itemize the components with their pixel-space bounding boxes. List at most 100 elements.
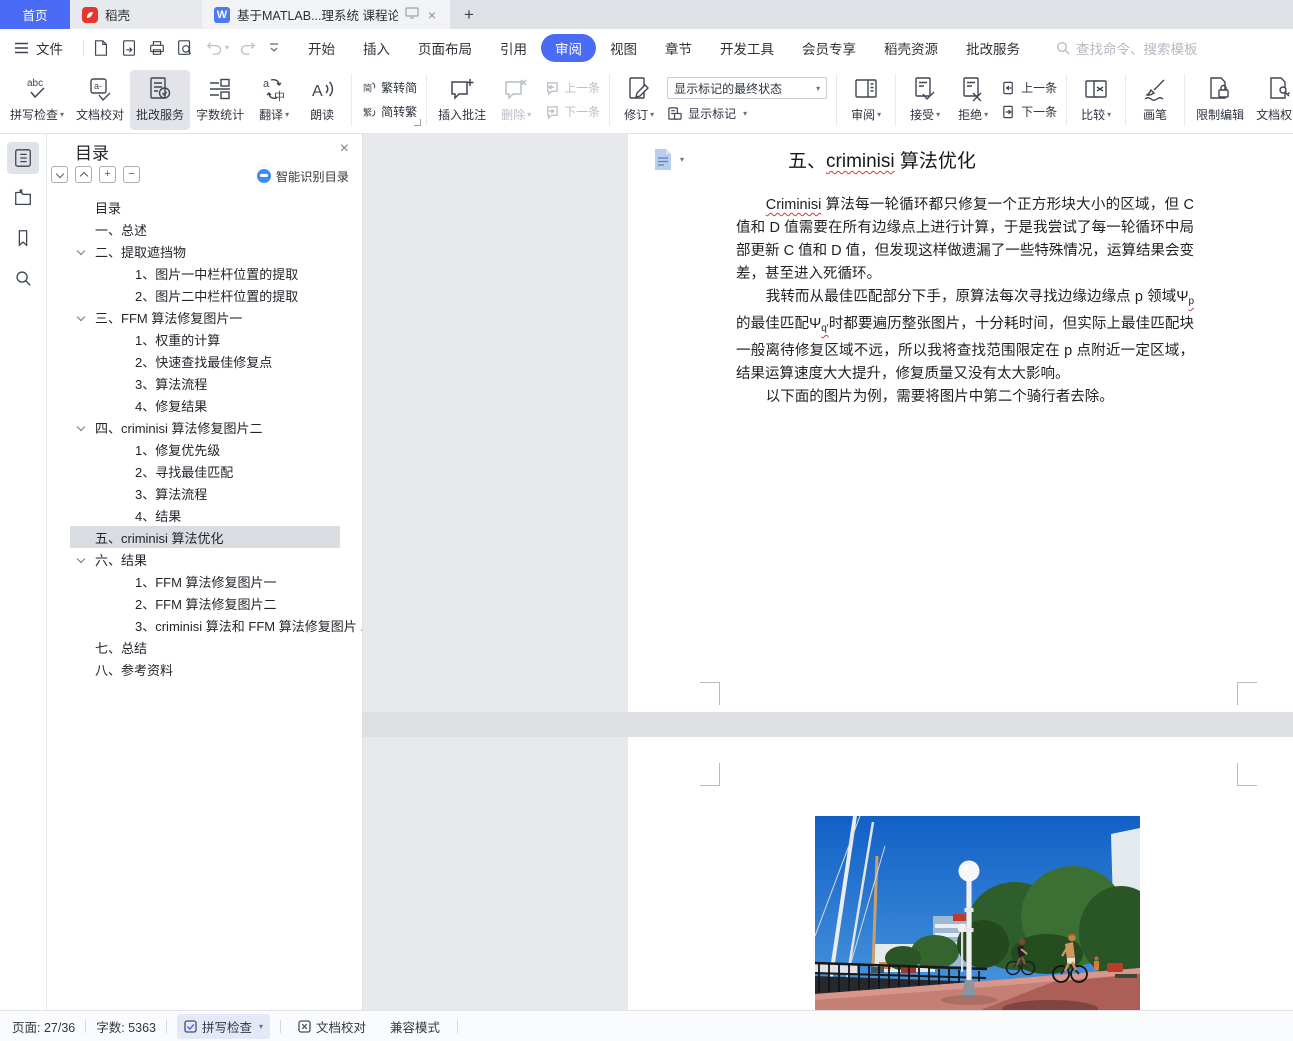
export-icon[interactable] [120,39,138,57]
group-expand-icon[interactable] [414,118,422,126]
paragraph-tool-button[interactable]: ▾ [652,148,684,171]
document-area[interactable]: ▾ 五、criminisi 算法优化 Criminisi 算法每一轮循环都只修复… [363,134,1293,1010]
word-count-button[interactable]: 字数统计 [190,70,250,130]
toc-item[interactable]: 一、总述 [47,218,362,240]
correction-service-button[interactable]: 批改服务 [130,69,191,130]
spell-check-dropdown[interactable]: ▾ [259,1022,263,1031]
doc-permission-button[interactable]: 文档权限 [1250,70,1293,130]
menu-start[interactable]: 开始 [294,34,349,62]
menu-section[interactable]: 章节 [651,34,706,62]
pen-button[interactable]: 画笔 [1131,70,1179,130]
toc-item[interactable]: 二、提取遮挡物 [47,240,362,262]
markup-state-select[interactable]: 显示标记的最终状态 ▾ [667,77,828,99]
menu-dev-tools[interactable]: 开发工具 [706,34,788,62]
toc-item[interactable]: 1、图片一中栏杆位置的提取 [47,262,362,284]
simp-to-trad-button[interactable]: 繁 简转繁 [361,103,417,120]
zoom-out-button[interactable]: − [123,166,140,183]
review-pane-button[interactable]: 审阅 ▾ [842,70,890,130]
save-icon[interactable] [92,39,110,57]
undo-dropdown[interactable]: ▾ [225,43,229,52]
task-pane-button[interactable] [7,182,39,214]
track-changes-button[interactable]: 修订 ▾ [615,70,663,130]
next-change-button[interactable]: 下一条 [1001,103,1057,120]
translate-button[interactable]: a中 翻译 ▾ [250,70,298,130]
accept-button[interactable]: 接受 ▾ [901,70,949,130]
smart-toc-button[interactable]: 智能识别目录 [256,167,349,185]
menu-review[interactable]: 审阅 [541,33,597,62]
menu-view[interactable]: 视图 [596,34,651,62]
zoom-in-button[interactable]: + [99,166,116,183]
close-tab-icon[interactable]: × [426,7,438,23]
print-icon[interactable] [148,39,166,57]
doc-proofread-button[interactable]: a- 文档校对 [70,70,130,130]
toc-item[interactable]: 2、FFM 算法修复图片二 [47,592,362,614]
expand-all-button[interactable] [51,166,68,183]
page-options-dropdown[interactable]: ▾ [680,155,684,164]
menu-member[interactable]: 会员专享 [788,34,870,62]
chevron-down-icon[interactable] [76,246,86,256]
close-panel-icon[interactable]: × [340,141,349,157]
search-panel-button[interactable] [7,262,39,294]
collapse-toolbar-icon[interactable] [268,42,280,53]
trad-to-simp-button[interactable]: 简 繁转简 [361,79,417,96]
file-menu[interactable]: 文件 [14,38,63,58]
new-tab-button[interactable]: + [450,0,488,29]
reject-button[interactable]: 拒绝 ▾ [949,70,997,130]
toc-item[interactable]: 2、图片二中栏杆位置的提取 [47,284,362,306]
spell-check-toggle[interactable]: 拼写检查 ▾ [177,1013,271,1039]
toc-item[interactable]: 三、FFM 算法修复图片一 [47,306,362,328]
tab-home[interactable]: 首页 [0,0,70,29]
redo-icon[interactable] [239,40,258,56]
document-image[interactable] [815,816,1140,1010]
menu-docer-resources[interactable]: 稻壳资源 [870,34,952,62]
compare-button[interactable]: 比较 ▾ [1072,70,1120,130]
undo-icon[interactable]: ▾ [204,40,229,56]
body-text[interactable]: Criminisi 算法每一轮循环都只修复一个正方形块大小的区域，但 C 值和 … [736,194,1194,409]
toc-item[interactable]: 3、criminisi 算法和 FFM 算法修复图片 ... [47,614,362,636]
toc-item[interactable]: 七、总结 [47,636,362,658]
document-page-28[interactable] [628,737,1293,1010]
tab-document[interactable]: W 基于MATLAB...理系统 课程论文 × [202,0,450,29]
insert-comment-button[interactable]: 插入批注 [432,70,492,130]
toc-item[interactable]: 1、权重的计算 [47,328,362,350]
menu-references[interactable]: 引用 [486,34,541,62]
collapse-all-button[interactable] [75,166,92,183]
toc-item[interactable]: 4、结果 [47,504,362,526]
word-count-indicator[interactable]: 字数: 5363 [96,1017,156,1036]
chevron-down-icon[interactable] [76,422,86,432]
toc-item[interactable]: 四、criminisi 算法修复图片二 [47,416,362,438]
tab-docer[interactable]: 稻壳 [70,0,202,29]
show-markup-button[interactable]: 显示标记 ▾ [667,105,827,122]
read-aloud-button[interactable]: A 朗读 [298,70,346,130]
delete-comment-button[interactable]: 删除 ▾ [492,70,540,130]
toc-item[interactable]: 八、参考资料 [47,658,362,680]
toc-item[interactable]: 3、算法流程 [47,372,362,394]
chevron-down-icon[interactable] [76,554,86,564]
chevron-down-icon[interactable] [76,312,86,322]
outline-panel-button[interactable] [7,142,39,174]
toc-item[interactable]: 4、修复结果 [47,394,362,416]
toc-item[interactable]: 五、criminisi 算法优化 [70,526,340,548]
toc-item[interactable]: 1、FFM 算法修复图片一 [47,570,362,592]
print-preview-icon[interactable] [176,39,194,57]
spell-check-button[interactable]: abc 拼写检查 ▾ [4,70,70,130]
command-search[interactable]: 查找命令、搜索模板 [1056,38,1198,58]
toc-item[interactable]: 六、结果 [47,548,362,570]
prev-change-button[interactable]: 上一条 [1001,79,1057,96]
menu-insert[interactable]: 插入 [349,34,404,62]
doc-proofread-toggle[interactable]: 文档校对 [291,1014,373,1039]
toc-item[interactable]: 2、快速查找最佳修复点 [47,350,362,372]
document-page-27[interactable]: ▾ 五、criminisi 算法优化 Criminisi 算法每一轮循环都只修复… [628,134,1293,712]
toc-item[interactable]: 2、寻找最佳匹配 [47,460,362,482]
toc-item[interactable]: 3、算法流程 [47,482,362,504]
present-mode-icon[interactable] [405,7,419,22]
page-indicator[interactable]: 页面: 27/36 [12,1017,75,1036]
restrict-editing-button[interactable]: 限制编辑 [1190,70,1250,130]
bookmark-panel-button[interactable] [7,222,39,254]
toc-item[interactable]: 1、修复优先级 [47,438,362,460]
toc-item[interactable]: 目录 [47,196,362,218]
prev-comment-button[interactable]: 上一条 [544,79,600,96]
menu-correction-service[interactable]: 批改服务 [952,34,1034,62]
menu-page-layout[interactable]: 页面布局 [404,34,486,62]
next-comment-button[interactable]: 下一条 [544,103,600,120]
